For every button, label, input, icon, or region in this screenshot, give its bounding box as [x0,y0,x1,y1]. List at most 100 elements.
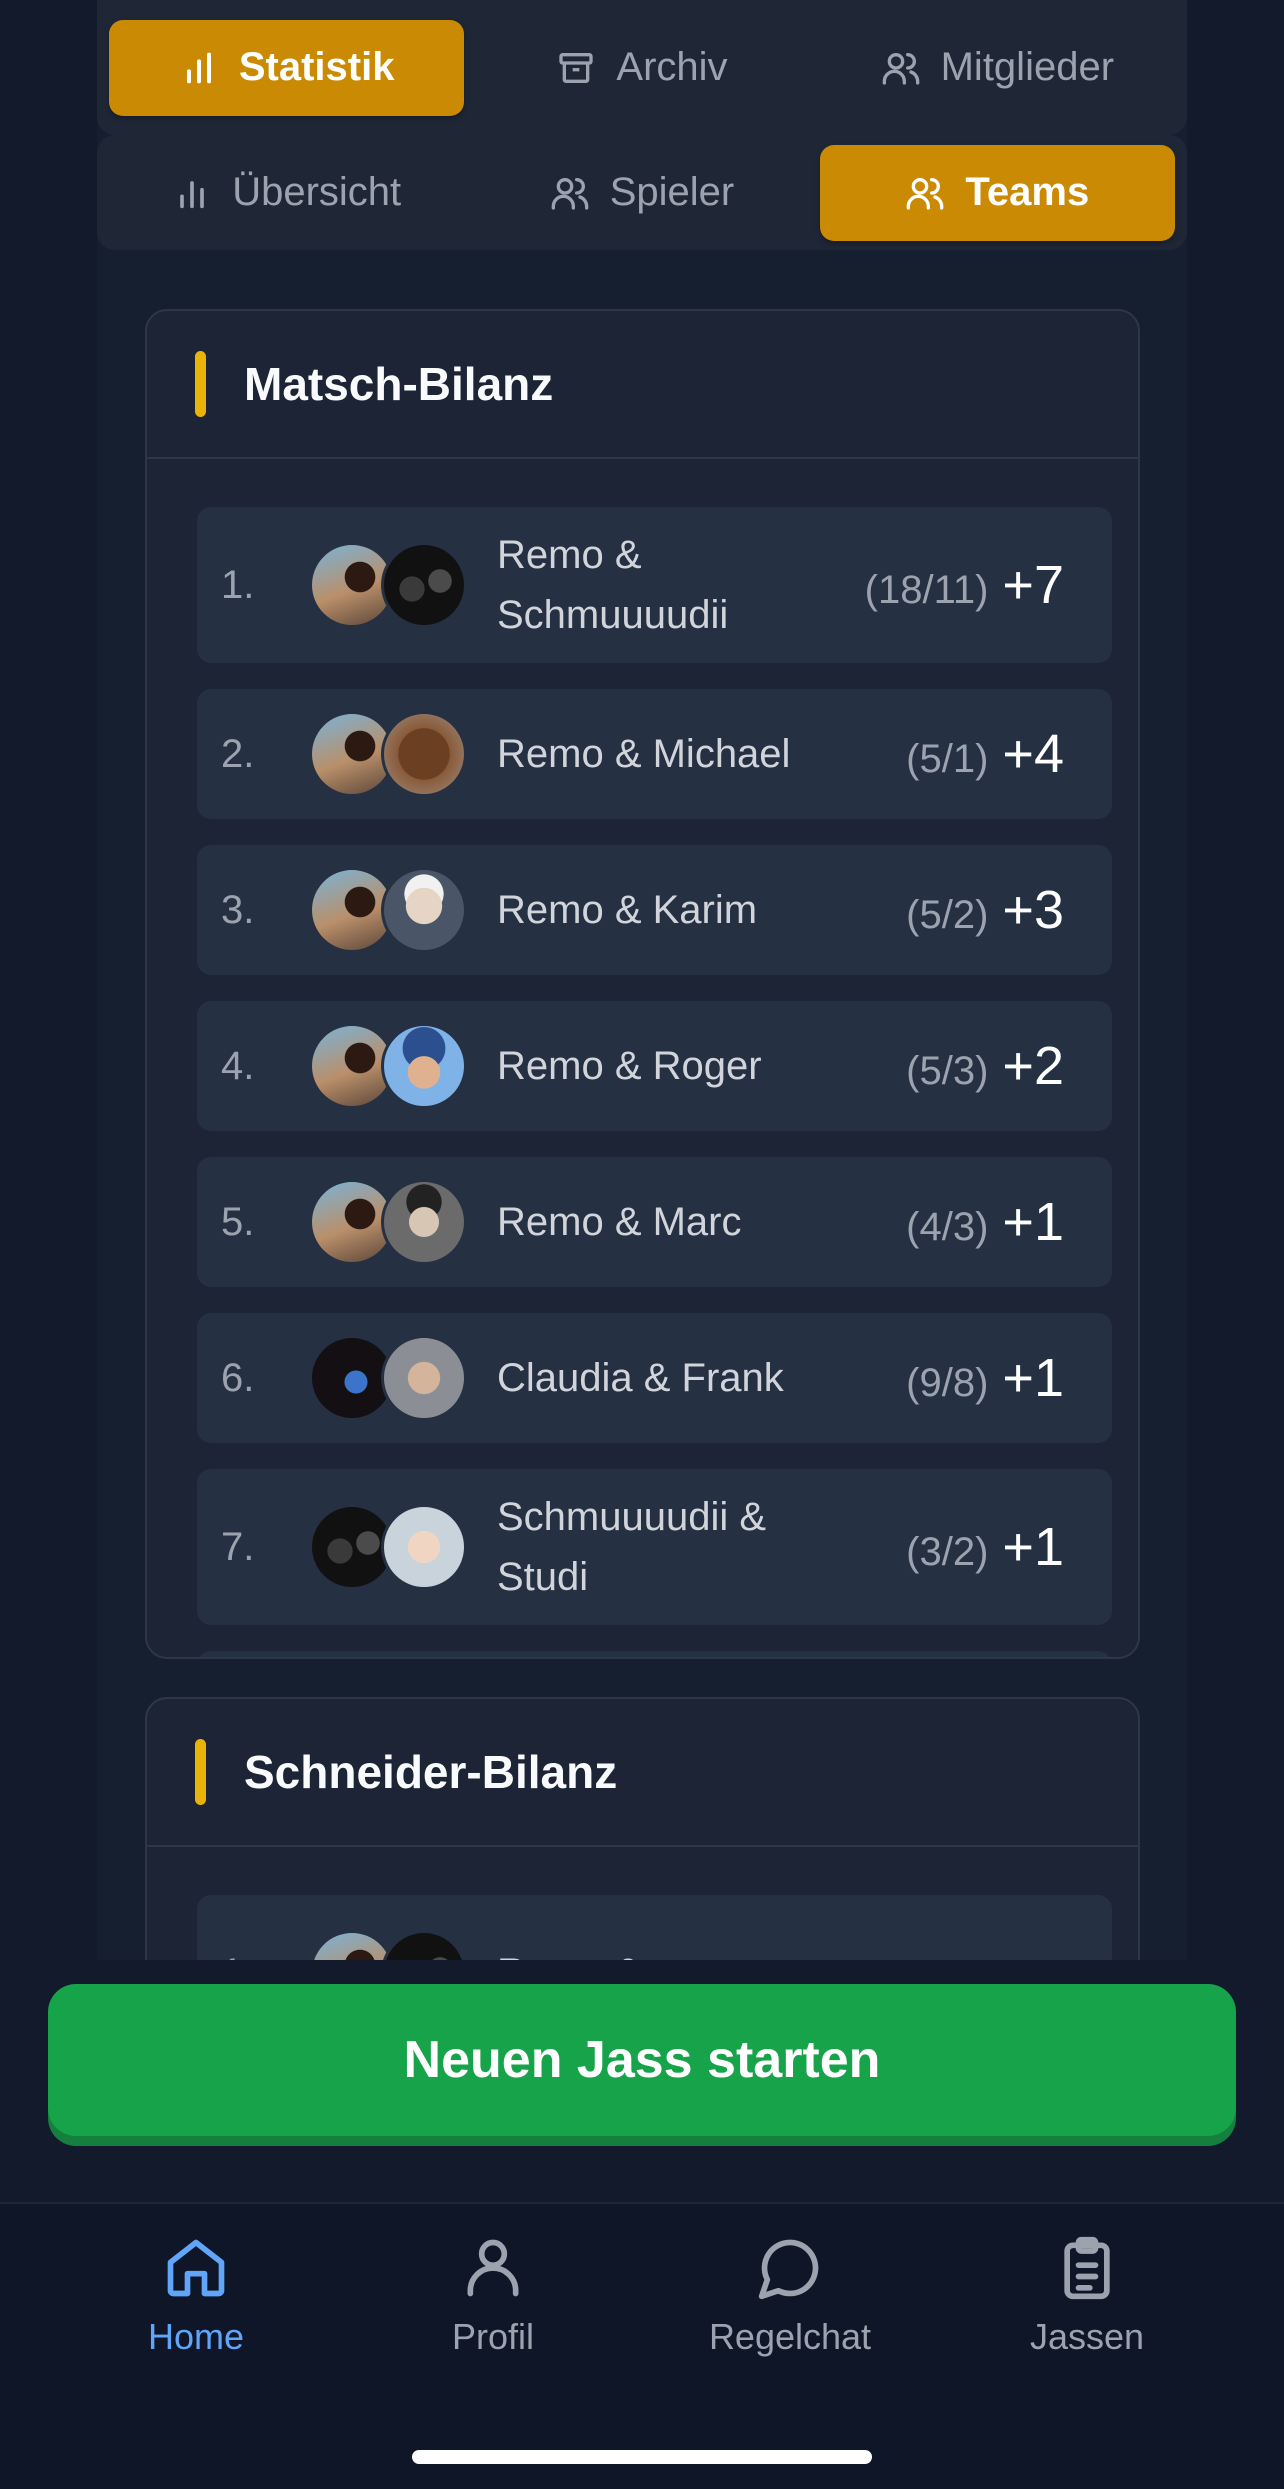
team-row-partial[interactable] [197,1651,1112,1657]
archive-icon [559,52,594,83]
team-row[interactable]: 2. Remo & Michael (5/1) +4 [197,689,1112,819]
difference: +7 [1002,555,1064,615]
nav-home[interactable]: Home [76,2234,316,2384]
avatar [381,1179,467,1265]
avatar-pair [309,1504,469,1590]
rank: 5. [221,1199,255,1244]
nav-jassen[interactable]: Jassen [967,2234,1207,2384]
score: (5/1) +4 [906,723,1064,785]
accent-bar [195,351,206,417]
avatar-pair [309,1023,469,1109]
score: (4/3) +1 [906,1191,1064,1253]
subtab-teams[interactable]: Teams [819,144,1175,241]
difference: +1 [1002,1348,1064,1408]
user-icon [467,2239,519,2297]
avatar [381,1335,467,1421]
rank: 7. [221,1524,255,1569]
avatar [381,711,467,797]
subtab-label: Teams [965,170,1090,214]
sub-tabbar: Übersicht Spieler Teams [97,135,1187,250]
ratio: (5/2) [906,893,989,937]
team-row[interactable]: 7. Schmuuuudii & Studi (3/2) +1 [197,1469,1112,1625]
team-names: Remo & Marc [497,1200,742,1244]
card-header: Matsch-Bilanz [147,311,1138,459]
card-title: Schneider-Bilanz [244,1746,618,1798]
bar-chart-icon [180,180,205,208]
team-row[interactable]: 3. Remo & Karim (5/2) +3 [197,845,1112,975]
nav-label: Profil [451,2316,535,2357]
avatar [381,867,467,953]
matsch-bilanz-card: Matsch-Bilanz 1. Remo & Schmuuuudii (18/… [145,309,1140,1659]
rank: 2. [221,731,255,776]
avatar [381,1504,467,1590]
avatar-pair [309,1335,469,1421]
users-icon [882,52,919,85]
nav-label: Home [147,2316,245,2357]
team-names: Claudia & Frank [497,1356,784,1400]
avatar-pair [309,867,469,953]
avatar-pair [309,1179,469,1265]
avatar-pair [309,542,469,628]
difference: +1 [1002,1517,1064,1577]
avatar [381,1023,467,1109]
card-header: Schneider-Bilanz [147,1699,1138,1847]
difference: +2 [1002,1036,1064,1096]
score: (3/2) +1 [906,1516,1064,1578]
tab-label: Archiv [616,45,728,89]
score: (18/11) +7 [865,554,1064,616]
team-names: Remo & Michael [497,732,791,776]
team-row[interactable]: 6. Claudia & Frank (9/8) +1 [197,1313,1112,1443]
main-tabbar: Statistik Archiv Mitglieder [97,0,1187,135]
rank: 1. [221,562,255,607]
team-row[interactable]: 4. Remo & Roger (5/3) +2 [197,1001,1112,1131]
users-icon [551,177,589,210]
tab-archiv[interactable]: Archiv [464,20,819,116]
team-list: 1. Remo & Schmuuuudii (18/11) +7 2. Remo… [147,459,1138,1657]
difference: +1 [1002,1192,1064,1252]
home-icon [167,2239,225,2297]
nav-label: Regelchat [708,2316,872,2357]
team-names: Remo & Karim [497,888,758,932]
ratio: (5/3) [906,1049,989,1093]
app-screen: Statistik Archiv Mitglieder Übersicht Sp… [0,0,1284,2489]
team-names: Remo & Schmuuuudii [497,533,729,637]
score: (9/8) +1 [906,1347,1064,1409]
team-row[interactable]: 5. Remo & Marc (4/3) +1 [197,1157,1112,1287]
tab-label: Mitglieder [940,45,1115,89]
score: (5/3) +2 [906,1035,1064,1097]
tab-statistik[interactable]: Statistik [109,19,465,116]
bar-chart-icon [186,52,211,83]
ratio: (3/2) [906,1530,989,1574]
home-indicator [412,2450,872,2464]
rank: 6. [221,1355,255,1400]
start-jass-button[interactable]: Neuen Jass starten [48,1984,1236,2136]
rank: 4. [221,1043,255,1088]
avatar-pair [309,711,469,797]
team-names: Schmuuuudii & Studi [497,1495,767,1599]
team-names: Remo & Roger [497,1044,762,1088]
rank: 3. [221,887,255,932]
subtab-label: Übersicht [232,170,402,214]
subtab-uebersicht[interactable]: Übersicht [109,145,464,241]
bottom-nav: Home Profil Regelchat Jassen [0,2202,1284,2489]
nav-profil[interactable]: Profil [373,2234,613,2384]
subtab-label: Spieler [609,170,735,214]
subtab-spieler[interactable]: Spieler [464,145,819,241]
avatar [381,542,467,628]
nav-label: Jassen [1029,2316,1145,2357]
tab-label: Statistik [238,45,395,89]
ratio: (18/11) [864,568,989,612]
accent-bar [195,1739,206,1805]
difference: +4 [1002,724,1064,784]
ratio: (4/3) [906,1205,989,1249]
ratio: (9/8) [906,1361,989,1405]
tab-mitglieder[interactable]: Mitglieder [820,20,1175,116]
score: (5/2) +3 [906,879,1064,941]
users-icon [907,177,944,210]
clipboard-list-icon [1064,2236,1110,2300]
team-row[interactable]: 1. Remo & Schmuuuudii (18/11) +7 [197,507,1112,663]
nav-regelchat[interactable]: Regelchat [670,2234,910,2384]
chat-bubble-icon [758,2239,819,2300]
card-title: Matsch-Bilanz [244,358,554,410]
difference: +3 [1002,880,1064,940]
